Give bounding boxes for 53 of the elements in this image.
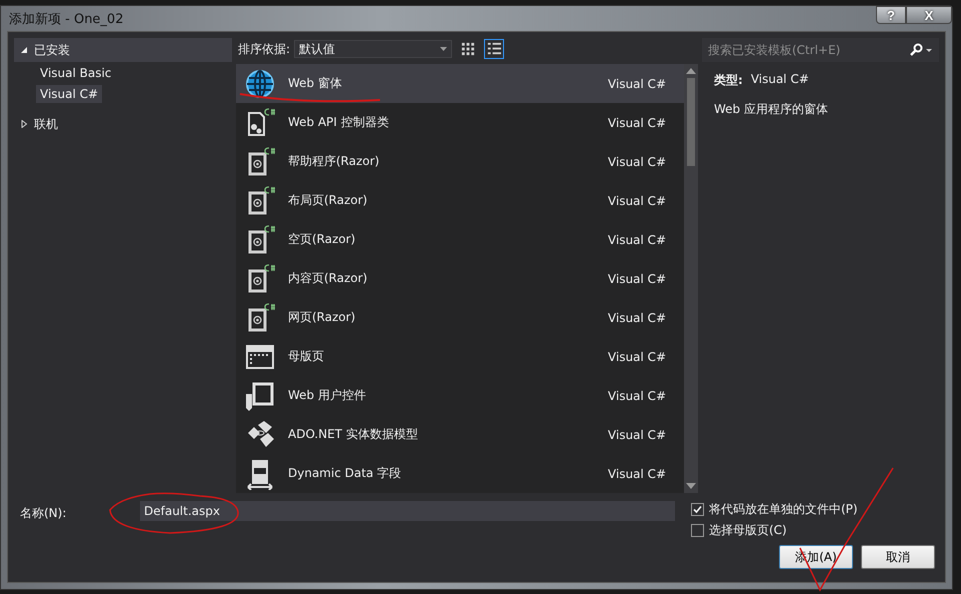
template-language: Visual C# <box>608 428 666 442</box>
checkbox[interactable] <box>691 524 704 537</box>
scroll-down-icon <box>686 483 696 489</box>
template-language: Visual C# <box>608 154 666 168</box>
globe-icon <box>244 68 276 100</box>
template-item[interactable]: Web 窗体 Visual C# <box>236 64 684 103</box>
checkbox-label[interactable]: 将代码放在单独的文件中(P) <box>709 501 858 518</box>
template-language: Visual C# <box>608 350 666 364</box>
checkbox-label[interactable]: 选择母版页(C) <box>709 522 787 539</box>
template-item[interactable]: 帮助程序(Razor) Visual C# <box>236 142 684 181</box>
template-language: Visual C# <box>608 194 666 208</box>
sort-dropdown[interactable]: 默认值 <box>294 40 452 58</box>
template-item[interactable]: Web API 控制器类 Visual C# <box>236 103 684 142</box>
type-label: 类型: <box>714 72 743 89</box>
template-language: Visual C# <box>608 466 666 480</box>
template-item[interactable]: 空页(Razor) Visual C# <box>236 220 684 259</box>
sort-value: 默认值 <box>299 40 336 58</box>
tree-item[interactable]: Visual Basic <box>36 64 116 82</box>
window-title: 添加新项 - One_02 <box>9 10 124 28</box>
template-language: Visual C# <box>608 310 666 324</box>
template-item[interactable]: ADO.NET 实体数据模型 Visual C# <box>236 415 684 454</box>
search-button[interactable] <box>903 38 939 62</box>
tree-header[interactable]: 已安装 <box>14 38 232 62</box>
cancel-button[interactable]: 取消 <box>861 545 935 569</box>
template-description: Web 应用程序的窗体 <box>714 101 828 118</box>
scroll-up-icon <box>686 68 696 74</box>
name-field[interactable]: Default.aspx <box>140 501 675 521</box>
template-item[interactable]: 母版页 Visual C# <box>236 337 684 376</box>
list-view-button[interactable] <box>484 39 504 59</box>
template-language: Visual C# <box>608 76 666 90</box>
search-field[interactable]: 搜索已安装模板(Ctrl+E) <box>702 38 903 62</box>
template-language: Visual C# <box>608 116 666 130</box>
name-label: 名称(N): <box>19 505 68 522</box>
control-icon <box>244 380 276 412</box>
tree-item[interactable]: Visual C# <box>36 84 102 102</box>
template-item[interactable]: Web 用户控件 Visual C# <box>236 376 684 415</box>
template-item[interactable]: Dynamic Data 字段 Visual C# <box>236 454 684 493</box>
template-language: Visual C# <box>608 232 666 246</box>
template-language: Visual C# <box>608 388 666 402</box>
type-value: Visual C# <box>750 72 809 88</box>
checkbox[interactable] <box>691 503 704 516</box>
caret-icon <box>440 47 448 51</box>
sort-label: 排序依据: <box>238 40 290 58</box>
template-item[interactable]: 内容页(Razor) Visual C# <box>236 259 684 298</box>
grid-view-icon <box>460 41 476 57</box>
tree-label[interactable]: 已安装 <box>34 42 70 58</box>
list-view-icon <box>486 41 502 57</box>
template-item[interactable]: 布局页(Razor) Visual C# <box>236 181 684 220</box>
template-language: Visual C# <box>608 272 666 286</box>
search-icon <box>909 43 933 57</box>
tree-label[interactable]: 联机 <box>34 116 58 132</box>
template-item[interactable]: 网页(Razor) Visual C# <box>236 298 684 337</box>
scroll-thumb[interactable] <box>687 78 695 166</box>
